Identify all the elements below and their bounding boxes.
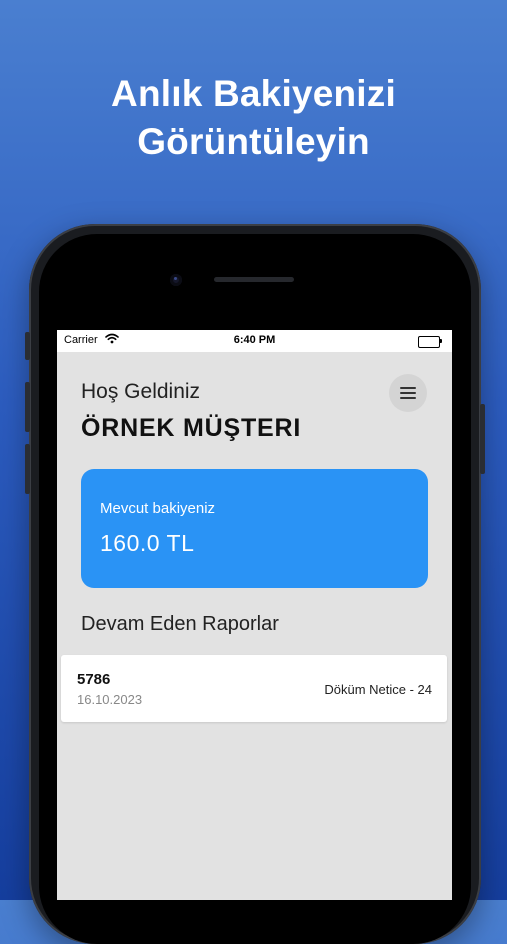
front-camera-icon — [170, 274, 182, 286]
volume-down-button — [25, 444, 30, 494]
report-date: 16.10.2023 — [77, 692, 143, 707]
mute-switch — [25, 332, 30, 360]
promo-headline: Anlık Bakiyenizi Görüntüleyin — [0, 70, 507, 166]
earpiece-speaker — [214, 277, 294, 282]
menu-button[interactable] — [389, 374, 427, 412]
power-button — [480, 404, 485, 474]
status-bar: Carrier 6:40 PM — [57, 330, 452, 352]
volume-up-button — [25, 382, 30, 432]
headline-line-1: Anlık Bakiyenizi — [111, 73, 396, 114]
status-time: 6:40 PM — [233, 334, 276, 346]
ongoing-reports-title: Devam Eden Raporlar — [81, 613, 279, 635]
greeting-text: Hoş Geldiniz — [81, 380, 201, 403]
report-list-item[interactable]: 5786 16.10.2023 Döküm Netice - 24 — [61, 655, 447, 722]
hamburger-menu-icon — [400, 387, 416, 399]
report-type: Döküm Netice - 24 — [324, 682, 432, 697]
headline-line-2: Görüntüleyin — [137, 121, 370, 162]
balance-amount: 160.0 TL — [100, 530, 195, 556]
balance-label: Mevcut bakiyeniz — [100, 500, 216, 517]
report-id: 5786 — [77, 671, 111, 688]
app-screen: Carrier 6:40 PM Hoş Geldiniz ÖRNEK MÜŞTE… — [57, 330, 452, 900]
balance-card: Mevcut bakiyeniz 160.0 TL — [81, 469, 428, 588]
battery-icon — [418, 336, 442, 348]
customer-name: ÖRNEK MÜŞTERI — [81, 414, 302, 442]
